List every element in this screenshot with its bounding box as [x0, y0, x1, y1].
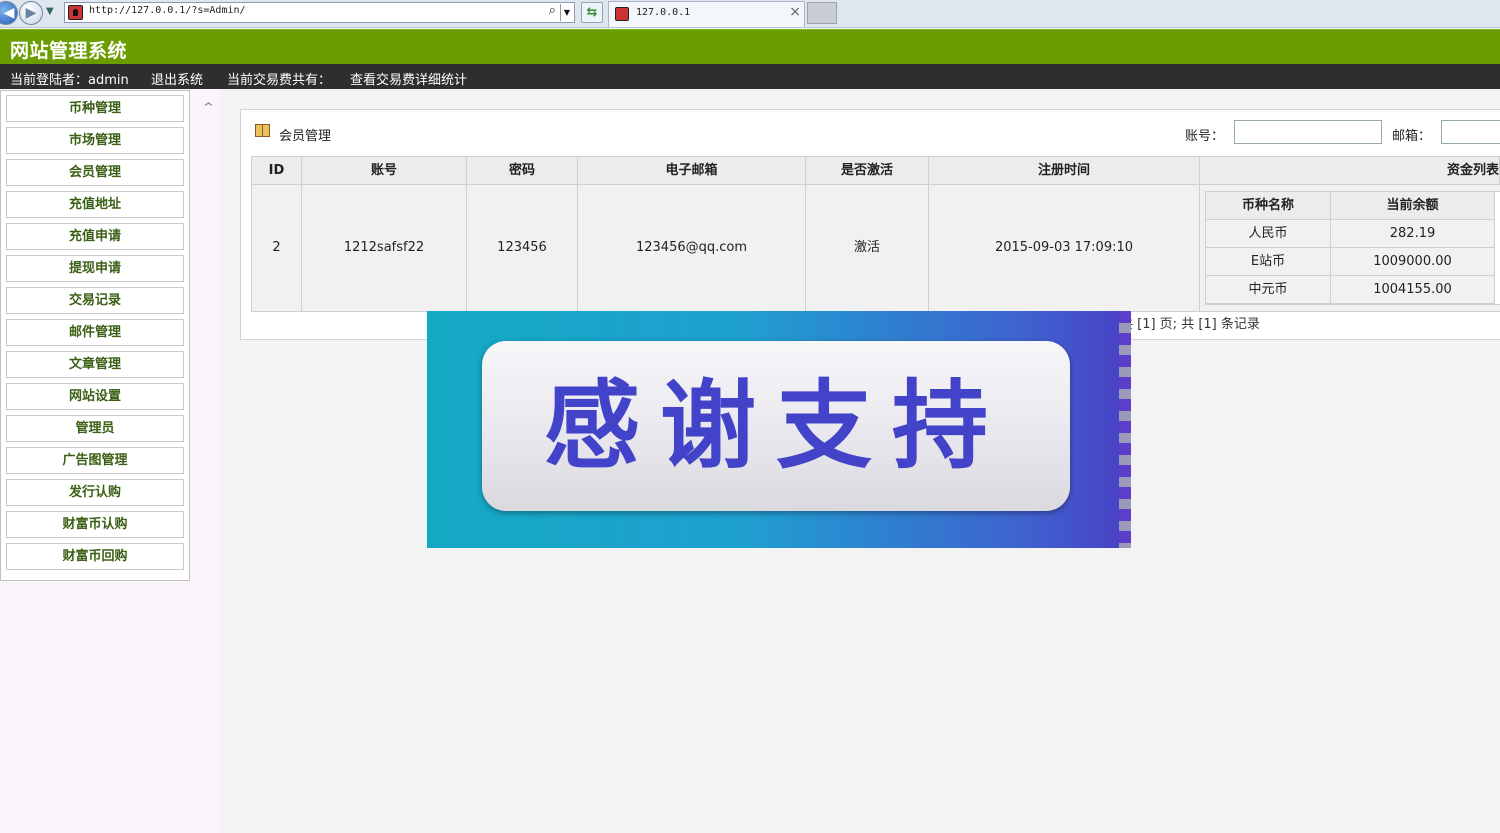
sidebar-item-withdraw-requests[interactable]: 提现申请 [6, 255, 184, 282]
cell-id: 2 [252, 185, 302, 311]
email-filter-label: 邮箱： [1392, 129, 1432, 144]
logout-link[interactable]: 退出系统 [151, 69, 203, 88]
pagination-info: 共 [1] 页; 共 [1] 条记录 [1120, 317, 1260, 332]
sidebar-item-admins[interactable]: 管理员 [6, 415, 184, 442]
thanks-banner-overlay: 感谢支持 [427, 311, 1131, 548]
app-title: 网站管理系统 [10, 40, 128, 62]
chevron-up-icon[interactable]: ⌃ [201, 101, 216, 116]
fund-balance: 1009000.00 [1331, 248, 1495, 276]
col-header-funds: 资金列表 [1200, 157, 1500, 185]
col-header-account: 账号 [302, 157, 467, 185]
col-header-reg-time: 注册时间 [929, 157, 1200, 185]
banner-text: 感谢支持 [544, 370, 1008, 482]
col-header-password: 密码 [467, 157, 578, 185]
cell-email: 123456@qq.com [578, 185, 806, 311]
sidebar-item-issue-subscription[interactable]: 发行认购 [6, 479, 184, 506]
browser-tab[interactable]: 127.0.0.1 × [608, 1, 805, 27]
sidebar-item-deposit-address[interactable]: 充值地址 [6, 191, 184, 218]
fund-name: 人民币 [1206, 220, 1331, 248]
fund-balance: 282.19 [1331, 220, 1495, 248]
app-header: 网站管理系统 [0, 29, 1500, 64]
col-header-id: ID [252, 157, 302, 185]
book-icon [255, 124, 270, 137]
site-favicon-icon [68, 5, 83, 20]
col-header-active: 是否激活 [806, 157, 929, 185]
fee-stats-link[interactable]: 查看交易费详细统计 [350, 69, 467, 88]
sidebar-item-market[interactable]: 市场管理 [6, 127, 184, 154]
fund-balance: 1004155.00 [1331, 276, 1495, 304]
arrow-right-icon: ▶ [25, 5, 37, 21]
cell-active: 激活 [806, 185, 929, 311]
current-user-label: 当前登陆者：admin [10, 73, 129, 88]
sidebar-item-wealth-buyback[interactable]: 财富币回购 [6, 543, 184, 570]
browser-toolbar: ◀ ▶ ▼ http://127.0.0.1/?s=Admin/ ⌕ ▼ ⇆ 1… [0, 0, 1500, 28]
close-tab-icon[interactable]: × [789, 4, 801, 20]
arrow-left-icon: ◀ [3, 5, 15, 21]
account-filter-input[interactable] [1234, 120, 1382, 144]
fund-name: 中元币 [1206, 276, 1331, 304]
history-dropdown-icon[interactable]: ▼ [46, 6, 54, 17]
sidebar-item-ads[interactable]: 广告图管理 [6, 447, 184, 474]
sidebar-item-members[interactable]: 会员管理 [6, 159, 184, 186]
cell-account: 1212safsf22 [302, 185, 467, 311]
cell-reg-time: 2015-09-03 17:09:10 [929, 185, 1200, 311]
forward-button[interactable]: ▶ [19, 1, 43, 25]
fund-col-header-balance: 当前余额 [1331, 192, 1495, 220]
fee-total-label: 当前交易费共有： [227, 73, 332, 88]
fund-col-header-name: 币种名称 [1206, 192, 1331, 220]
fund-name: E站币 [1206, 248, 1331, 276]
search-icon[interactable]: ⌕ [549, 3, 556, 18]
sidebar-item-wealth-subscription[interactable]: 财富币认购 [6, 511, 184, 538]
tab-favicon-icon [615, 7, 629, 21]
back-button[interactable]: ◀ [0, 1, 18, 25]
address-dropdown-icon[interactable]: ▼ [560, 4, 573, 21]
refresh-button[interactable]: ⇆ [581, 2, 603, 23]
top-menu: 当前登陆者：admin 退出系统 当前交易费共有： 查看交易费详细统计 [0, 64, 1500, 89]
sidebar-item-trade-records[interactable]: 交易记录 [6, 287, 184, 314]
email-filter-input[interactable] [1441, 120, 1500, 144]
sidebar-item-site-settings[interactable]: 网站设置 [6, 383, 184, 410]
address-url[interactable]: http://127.0.0.1/?s=Admin/ [89, 5, 246, 16]
cell-password: 123456 [467, 185, 578, 311]
col-header-email: 电子邮箱 [578, 157, 806, 185]
sidebar-item-deposit-requests[interactable]: 充值申请 [6, 223, 184, 250]
sidebar-item-articles[interactable]: 文章管理 [6, 351, 184, 378]
sidebar-item-mail[interactable]: 邮件管理 [6, 319, 184, 346]
tab-title: 127.0.0.1 [636, 7, 691, 18]
address-bar[interactable]: http://127.0.0.1/?s=Admin/ ⌕ ▼ [64, 2, 575, 23]
banner-edge [1119, 311, 1131, 548]
sidebar-item-currency[interactable]: 币种管理 [6, 95, 184, 122]
panel-title: 会员管理 [279, 129, 332, 144]
account-filter-label: 账号： [1185, 129, 1225, 144]
new-tab-button[interactable] [807, 2, 837, 24]
banner-card: 感谢支持 [482, 341, 1070, 511]
